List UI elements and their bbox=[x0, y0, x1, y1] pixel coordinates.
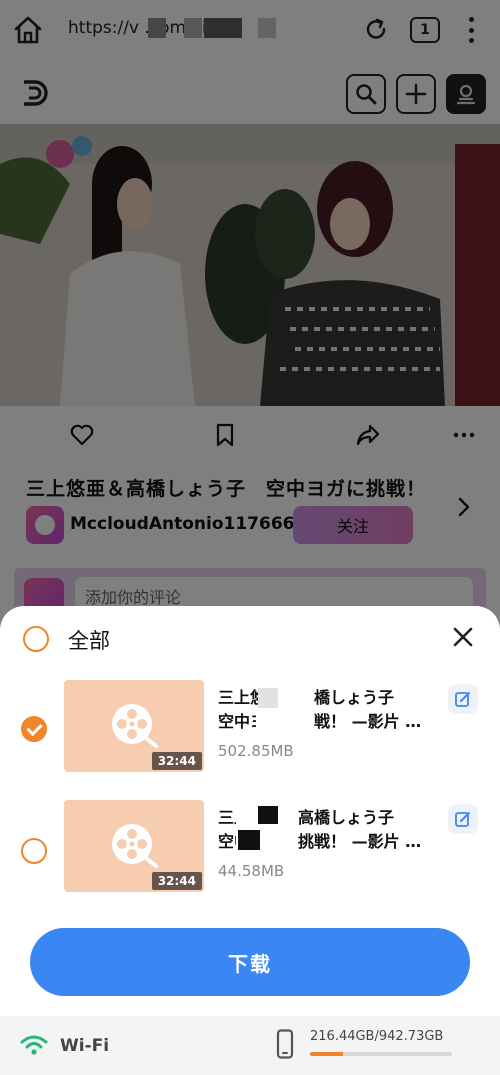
item-title: 三上悠亜＆高橋しょう子 空中ヨガに挑戦！ —影片 D... bbox=[218, 686, 424, 734]
file-size: 44.58MB bbox=[218, 862, 285, 880]
list-item[interactable]: 32:44 三上悠亜＆高橋しょう子 空中ヨガに挑戦！ —影片 D... 44.5… bbox=[0, 800, 500, 892]
duration-badge: 32:44 bbox=[151, 872, 202, 890]
wifi-icon bbox=[20, 1035, 48, 1055]
film-reel-icon bbox=[112, 704, 158, 748]
item-checkbox[interactable] bbox=[21, 838, 47, 864]
phone-icon bbox=[276, 1029, 294, 1059]
edit-button[interactable] bbox=[448, 804, 478, 834]
edit-icon bbox=[455, 812, 470, 827]
select-all-radio[interactable] bbox=[23, 626, 49, 652]
download-sheet: 全部 32:44 三上悠亜＆高橋しょう子 空中ヨガに挑戦！ —影片 D... 5… bbox=[0, 606, 500, 1075]
title-redaction bbox=[258, 806, 278, 824]
item-checkbox[interactable] bbox=[21, 716, 47, 742]
edit-button[interactable] bbox=[448, 684, 478, 714]
title-redaction bbox=[278, 688, 314, 738]
storage-text: 216.44GB/942.73GB bbox=[310, 1029, 444, 1044]
title-redaction bbox=[238, 830, 260, 850]
item-title-line: 空中ヨガに挑戦！ —影片 D... bbox=[218, 712, 424, 731]
file-size: 502.85MB bbox=[218, 742, 294, 760]
edit-icon bbox=[455, 692, 470, 707]
item-title-line: 三上悠亜＆高橋しょう子 bbox=[218, 686, 424, 710]
overlay-dim[interactable] bbox=[0, 0, 500, 60]
storage-bar bbox=[310, 1052, 452, 1056]
film-reel-icon bbox=[112, 824, 158, 868]
download-button[interactable]: 下载 bbox=[30, 928, 470, 996]
status-footer: Wi-Fi 216.44GB/942.73GB bbox=[0, 1016, 500, 1075]
thumbnail: 32:44 bbox=[64, 800, 204, 892]
duration-badge: 32:44 bbox=[151, 752, 202, 770]
thumbnail: 32:44 bbox=[64, 680, 204, 772]
title-redaction bbox=[256, 714, 278, 738]
title-redaction bbox=[258, 688, 278, 708]
list-item[interactable]: 32:44 三上悠亜＆高橋しょう子 空中ヨガに挑戦！ —影片 D... 502.… bbox=[0, 680, 500, 772]
network-label: Wi-Fi bbox=[60, 1036, 110, 1056]
storage-bar-fill bbox=[310, 1052, 343, 1056]
close-icon[interactable] bbox=[452, 626, 474, 648]
select-all-label[interactable]: 全部 bbox=[68, 625, 110, 655]
